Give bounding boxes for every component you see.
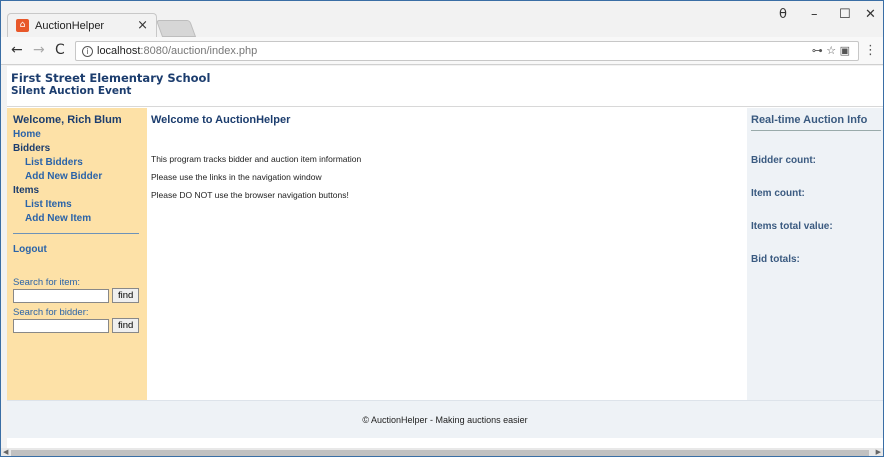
browser-window: ⌂ AuctionHelper × θ – ☐ ✕ ← → C i localh… bbox=[0, 0, 884, 457]
url-path: :8080/auction/index.php bbox=[140, 45, 258, 57]
browser-tab[interactable]: ⌂ AuctionHelper × bbox=[7, 13, 157, 37]
list-bidders-link[interactable]: List Bidders bbox=[13, 157, 147, 168]
extension-icon[interactable]: ▣ bbox=[840, 44, 850, 57]
auction-info-panel: Real-time Auction Info Bidder count: Ite… bbox=[747, 108, 883, 400]
forward-icon[interactable]: → bbox=[33, 42, 45, 58]
main-content: Welcome to AuctionHelper This program tr… bbox=[147, 108, 747, 400]
bidders-heading: Bidders bbox=[13, 143, 51, 154]
url-host: localhost bbox=[97, 45, 141, 57]
page-footer: © AuctionHelper - Making auctions easier bbox=[7, 400, 883, 438]
find-bidder-button[interactable]: find bbox=[112, 318, 140, 333]
page-body: Welcome, Rich Blum Home Bidders List Bid… bbox=[7, 108, 883, 400]
new-tab-button[interactable] bbox=[155, 20, 197, 37]
items-heading: Items bbox=[13, 185, 40, 196]
menu-icon[interactable]: ⋮ bbox=[864, 43, 877, 58]
list-items-link[interactable]: List Items bbox=[13, 199, 147, 210]
ah-icon: ⌂ bbox=[16, 19, 29, 32]
add-item-link[interactable]: Add New Item bbox=[13, 213, 147, 224]
search-bidder-input[interactable] bbox=[13, 318, 109, 333]
search-bidder-row: find bbox=[13, 318, 147, 333]
star-icon[interactable]: ☆ bbox=[826, 44, 836, 57]
title-bar: ⌂ AuctionHelper × θ – ☐ ✕ bbox=[1, 1, 883, 37]
info-icon[interactable]: i bbox=[82, 45, 93, 57]
key-icon[interactable]: ⊶ bbox=[812, 44, 823, 57]
scroll-right-icon[interactable]: ▶ bbox=[876, 448, 881, 456]
tab-title: AuctionHelper bbox=[35, 19, 105, 32]
add-bidder-link[interactable]: Add New Bidder bbox=[13, 171, 147, 182]
main-title: Welcome to AuctionHelper bbox=[151, 114, 291, 126]
auction-info-title: Real-time Auction Info bbox=[751, 114, 881, 131]
nav-home-link[interactable]: Home bbox=[13, 129, 147, 140]
close-window-icon[interactable]: ✕ bbox=[865, 7, 876, 22]
item-count-label: Item count: bbox=[751, 188, 805, 199]
omnibox-icons: ⊶ ☆ ▣ bbox=[812, 44, 850, 57]
main-paragraph: This program tracks bidder and auction i… bbox=[151, 154, 362, 164]
scroll-left-icon[interactable]: ◀ bbox=[3, 448, 8, 456]
profile-icon[interactable]: θ bbox=[779, 7, 787, 22]
horizontal-scrollbar[interactable]: ◀ ▶ bbox=[1, 448, 883, 456]
welcome-text: Welcome, Rich Blum bbox=[13, 114, 122, 126]
find-item-button[interactable]: find bbox=[112, 288, 140, 303]
reload-icon[interactable]: C bbox=[55, 42, 65, 58]
search-bidder-label: Search for bidder: bbox=[13, 307, 89, 318]
scrollbar-thumb[interactable] bbox=[11, 450, 869, 456]
main-paragraph: Please use the links in the navigation w… bbox=[151, 172, 322, 182]
bidder-count-label: Bidder count: bbox=[751, 155, 816, 166]
navigation-sidebar: Welcome, Rich Blum Home Bidders List Bid… bbox=[7, 108, 147, 400]
address-bar[interactable]: i localhost:8080/auction/index.php ⊶ ☆ ▣ bbox=[75, 41, 859, 61]
maximize-icon[interactable]: ☐ bbox=[839, 7, 851, 22]
page-header: First Street Elementary School Silent Au… bbox=[7, 66, 883, 107]
browser-toolbar: ← → C i localhost:8080/auction/index.php… bbox=[1, 37, 883, 65]
page-content: First Street Elementary School Silent Au… bbox=[7, 66, 883, 448]
tab-close-icon[interactable]: × bbox=[137, 18, 148, 33]
items-total-value-label: Items total value: bbox=[751, 221, 833, 232]
search-item-input[interactable] bbox=[13, 288, 109, 303]
event-name: Silent Auction Event bbox=[11, 85, 132, 97]
main-paragraph: Please DO NOT use the browser navigation… bbox=[151, 190, 349, 200]
back-icon[interactable]: ← bbox=[11, 42, 23, 58]
search-item-row: find bbox=[13, 288, 147, 303]
bid-totals-label: Bid totals: bbox=[751, 254, 800, 265]
search-item-label: Search for item: bbox=[13, 277, 81, 288]
minimize-icon[interactable]: – bbox=[811, 7, 818, 22]
school-name: First Street Elementary School bbox=[11, 71, 211, 85]
logout-link[interactable]: Logout bbox=[13, 244, 147, 255]
sidebar-divider bbox=[13, 233, 139, 234]
